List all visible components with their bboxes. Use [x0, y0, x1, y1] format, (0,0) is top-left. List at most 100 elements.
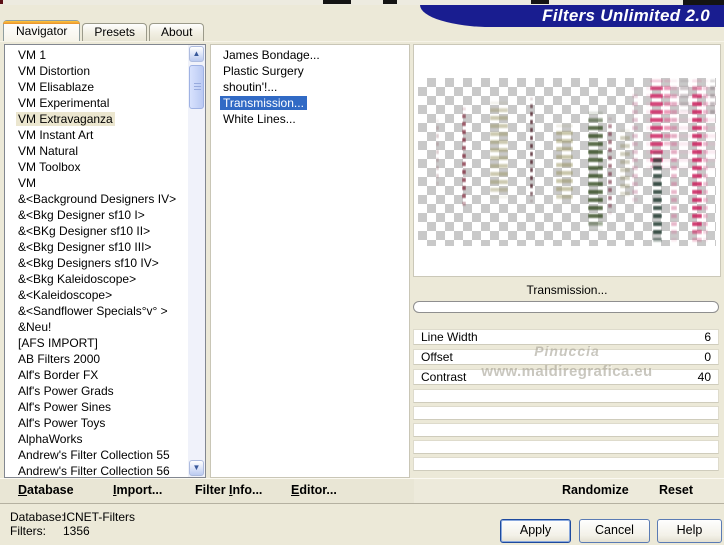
category-item[interactable]: VM Extravaganza: [5, 111, 187, 127]
category-item[interactable]: &Neu!: [5, 319, 187, 335]
category-item[interactable]: Alf's Border FX: [5, 367, 187, 383]
window-remnant-mark: [383, 0, 397, 4]
slider-label: Offset: [421, 350, 453, 364]
toolbar-database[interactable]: Database: [18, 483, 74, 497]
toolbar-randomize[interactable]: Randomize: [562, 483, 629, 497]
category-item[interactable]: &<Bkg Designer sf10 I>: [5, 207, 187, 223]
filter-list-rows: James Bondage... Plastic Surgery shoutin'!…: [211, 47, 407, 476]
progress-bar: [413, 301, 719, 313]
slider-rows: Line Width 6 Offset 0 Contrast 40: [413, 329, 719, 474]
cancel-button[interactable]: Cancel: [579, 519, 650, 543]
filter-item[interactable]: White Lines...: [211, 111, 407, 127]
scroll-up-icon[interactable]: ▲: [189, 46, 204, 62]
category-item[interactable]: Andrew's Filter Collection 55: [5, 447, 187, 463]
preview-box: [413, 44, 721, 277]
category-item[interactable]: AB Filters 2000: [5, 351, 187, 367]
filter-item[interactable]: shoutin'!...: [211, 79, 407, 95]
preview-streak: [710, 78, 715, 118]
category-item[interactable]: [AFS IMPORT]: [5, 335, 187, 351]
category-item[interactable]: Alf's Power Toys: [5, 415, 187, 431]
tab-presets[interactable]: Presets: [82, 23, 148, 41]
slider-label: Contrast: [421, 370, 467, 384]
app-banner: Filters Unlimited 2.0: [420, 5, 724, 27]
filter-item[interactable]: James Bondage...: [211, 47, 407, 63]
window-remnant-mark: [531, 0, 549, 4]
status-database: Database:ICNET-Filters: [10, 510, 135, 524]
slider-value: 0: [704, 350, 711, 364]
preview-streak: [588, 110, 603, 232]
app-title: Filters Unlimited 2.0: [542, 6, 710, 25]
category-item[interactable]: VM Distortion: [5, 63, 187, 79]
preview-streak: [436, 118, 439, 188]
slider-row-empty: [413, 457, 719, 471]
category-item[interactable]: VM Toolbox: [5, 159, 187, 175]
preview-streak: [530, 96, 533, 204]
preview-streak: [490, 100, 508, 200]
slider-row-empty: [413, 389, 719, 403]
status-filters: Filters: 1356: [10, 524, 90, 538]
tab-about[interactable]: About: [149, 23, 205, 41]
category-item[interactable]: Andrew's Filter Collection 56: [5, 463, 187, 476]
category-item[interactable]: Alf's Power Sines: [5, 399, 187, 415]
filter-item[interactable]: Transmission...: [211, 95, 407, 111]
preview-streak: [680, 78, 689, 112]
preview-streak: [692, 78, 702, 246]
preview-streak: [556, 123, 573, 205]
filters-unlimited-dialog: Filters Unlimited 2.0 Navigator Presets Ab…: [0, 0, 724, 545]
category-item[interactable]: VM: [5, 175, 187, 191]
category-item[interactable]: &<Kaleidoscope>: [5, 287, 187, 303]
preview-streak: [620, 128, 630, 200]
category-item[interactable]: VM 1: [5, 47, 187, 63]
category-item[interactable]: &<Bkg Designers sf10 IV>: [5, 255, 187, 271]
category-scrollbar[interactable]: ▲ ▼: [188, 45, 205, 477]
status-area: Database:ICNET-Filters Filters: 1356: [10, 510, 135, 538]
apply-button[interactable]: Apply: [500, 519, 571, 543]
preview-image: [418, 78, 716, 246]
filter-item[interactable]: Plastic Surgery: [211, 63, 407, 79]
toolbar-reset[interactable]: Reset: [659, 483, 693, 497]
category-item[interactable]: VM Natural: [5, 143, 187, 159]
toolbar: Database Import... Filter Info... Editor...…: [0, 478, 724, 504]
category-item[interactable]: &<Background Designers IV>: [5, 191, 187, 207]
category-item[interactable]: &<BKg Designer sf10 II>: [5, 223, 187, 239]
category-item[interactable]: VM Experimental: [5, 95, 187, 111]
category-item[interactable]: &<Bkg Kaleidoscope>: [5, 271, 187, 287]
slider-line-width[interactable]: Line Width 6: [413, 329, 719, 345]
preview-streak: [653, 150, 662, 246]
tab-bar: Navigator Presets About: [3, 20, 206, 41]
window-remnant-mark: [0, 0, 3, 4]
category-item[interactable]: VM Instant Art: [5, 127, 187, 143]
toolbar-import[interactable]: Import...: [113, 483, 162, 497]
toolbar-editor[interactable]: Editor...: [291, 483, 337, 497]
preview-streak: [632, 86, 638, 208]
preview-streak: [664, 78, 671, 148]
slider-row-empty: [413, 423, 719, 437]
slider-value: 40: [697, 370, 711, 384]
slider-row-empty: [413, 440, 719, 454]
category-item[interactable]: Alf's Power Grads: [5, 383, 187, 399]
category-item[interactable]: AlphaWorks: [5, 431, 187, 447]
preview-streak: [462, 106, 466, 210]
preview-streak: [671, 78, 677, 246]
scroll-down-icon[interactable]: ▼: [189, 460, 204, 476]
preview-streak: [703, 78, 708, 246]
slider-label: Line Width: [421, 330, 478, 344]
preview-filter-name: Transmission...: [526, 283, 608, 297]
category-item[interactable]: VM Elisablaze: [5, 79, 187, 95]
slider-contrast[interactable]: Contrast 40: [413, 369, 719, 385]
category-list: VM 1 VM Distortion VM Elisablaze VM Experim…: [4, 44, 206, 478]
slider-value: 6: [704, 330, 711, 344]
category-list-rows: VM 1 VM Distortion VM Elisablaze VM Experim…: [5, 47, 187, 476]
tab-page-edge: [0, 41, 724, 42]
slider-offset[interactable]: Offset 0: [413, 349, 719, 365]
preview-streak: [608, 116, 612, 216]
scrollbar-thumb[interactable]: [189, 65, 204, 109]
category-item[interactable]: &<Sandflower Specials°v° >: [5, 303, 187, 319]
filter-list: James Bondage... Plastic Surgery shoutin'!…: [210, 44, 410, 478]
tab-navigator[interactable]: Navigator: [3, 20, 81, 41]
category-item[interactable]: &<Bkg Designer sf10 III>: [5, 239, 187, 255]
help-button[interactable]: Help: [657, 519, 722, 543]
preview-panel: Transmission... Line Width 6 Offset 0 Contra…: [413, 44, 721, 478]
toolbar-filter-info[interactable]: Filter Info...: [195, 483, 262, 497]
window-remnant-mark: [323, 0, 351, 4]
